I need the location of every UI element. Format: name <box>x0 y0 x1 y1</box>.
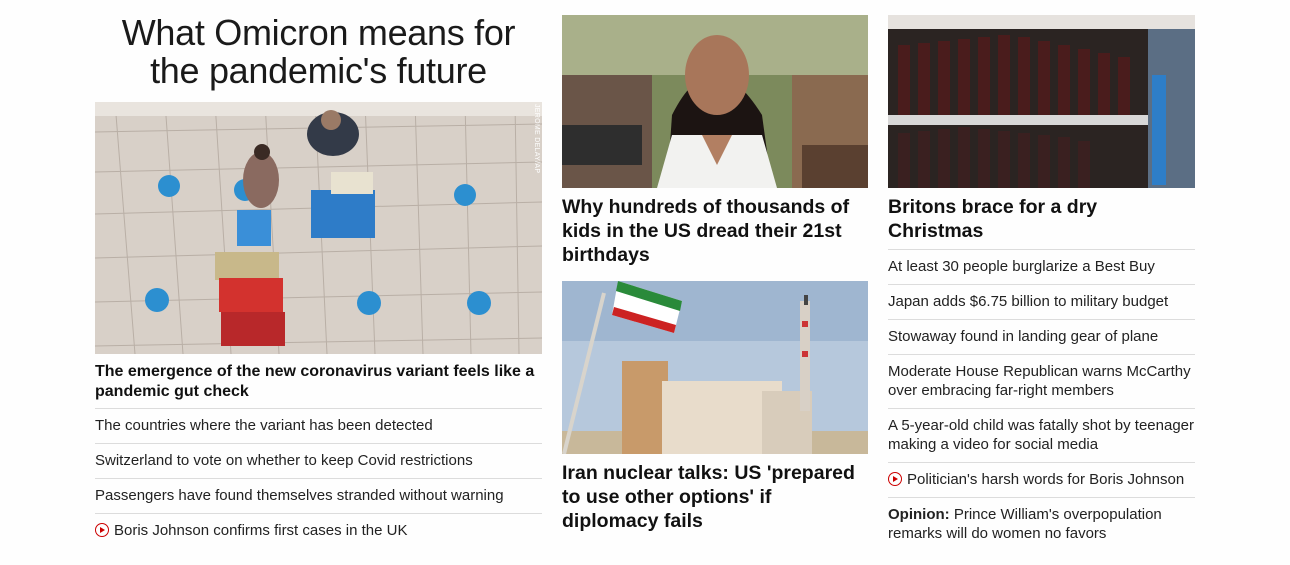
lead-headline[interactable]: The emergence of the new coronavirus var… <box>95 362 542 402</box>
photo-credit: JEROME DELAY/AP <box>533 104 540 174</box>
list-item[interactable]: Opinion: Prince William's overpopulation… <box>888 497 1195 551</box>
list-item[interactable]: Boris Johnson confirms first cases in th… <box>95 513 542 548</box>
wine-shelf-photo[interactable] <box>888 15 1195 188</box>
list-item[interactable]: The countries where the variant has been… <box>95 408 542 443</box>
story-headline[interactable]: Britons brace for a dry Christmas <box>888 195 1195 243</box>
play-video-icon <box>95 523 109 537</box>
play-video-icon <box>888 472 902 486</box>
story-headline[interactable]: Iran nuclear talks: US 'prepared to use … <box>562 461 868 533</box>
portrait-photo[interactable] <box>562 15 868 188</box>
list-item[interactable]: Politician's harsh words for Boris Johns… <box>888 462 1195 497</box>
list-item[interactable]: Stowaway found in landing gear of plane <box>888 319 1195 354</box>
right-stories: Britons brace for a dry Christmas At lea… <box>888 0 1195 551</box>
nuclear-plant-photo[interactable] <box>562 281 868 454</box>
list-item[interactable]: Moderate House Republican warns McCarthy… <box>888 354 1195 408</box>
list-item[interactable]: Japan adds $6.75 billion to military bud… <box>888 284 1195 319</box>
middle-stories: Why hundreds of thousands of kids in the… <box>562 0 868 539</box>
related-links: The countries where the variant has been… <box>95 408 542 548</box>
airport-trolley-photo[interactable]: JEROME DELAY/AP <box>95 102 542 354</box>
list-item[interactable]: A 5-year-old child was fatally shot by t… <box>888 408 1195 462</box>
opinion-label: Opinion: <box>888 506 950 523</box>
section-title[interactable]: What Omicron means for the pandemic's fu… <box>95 14 542 102</box>
story-headline[interactable]: Why hundreds of thousands of kids in the… <box>562 195 868 267</box>
related-links: At least 30 people burglarize a Best Buy… <box>888 249 1195 551</box>
list-item[interactable]: Passengers have found themselves strande… <box>95 478 542 513</box>
list-item[interactable]: At least 30 people burglarize a Best Buy <box>888 249 1195 284</box>
omicron-section: What Omicron means for the pandemic's fu… <box>95 0 542 548</box>
list-item[interactable]: Switzerland to vote on whether to keep C… <box>95 443 542 478</box>
